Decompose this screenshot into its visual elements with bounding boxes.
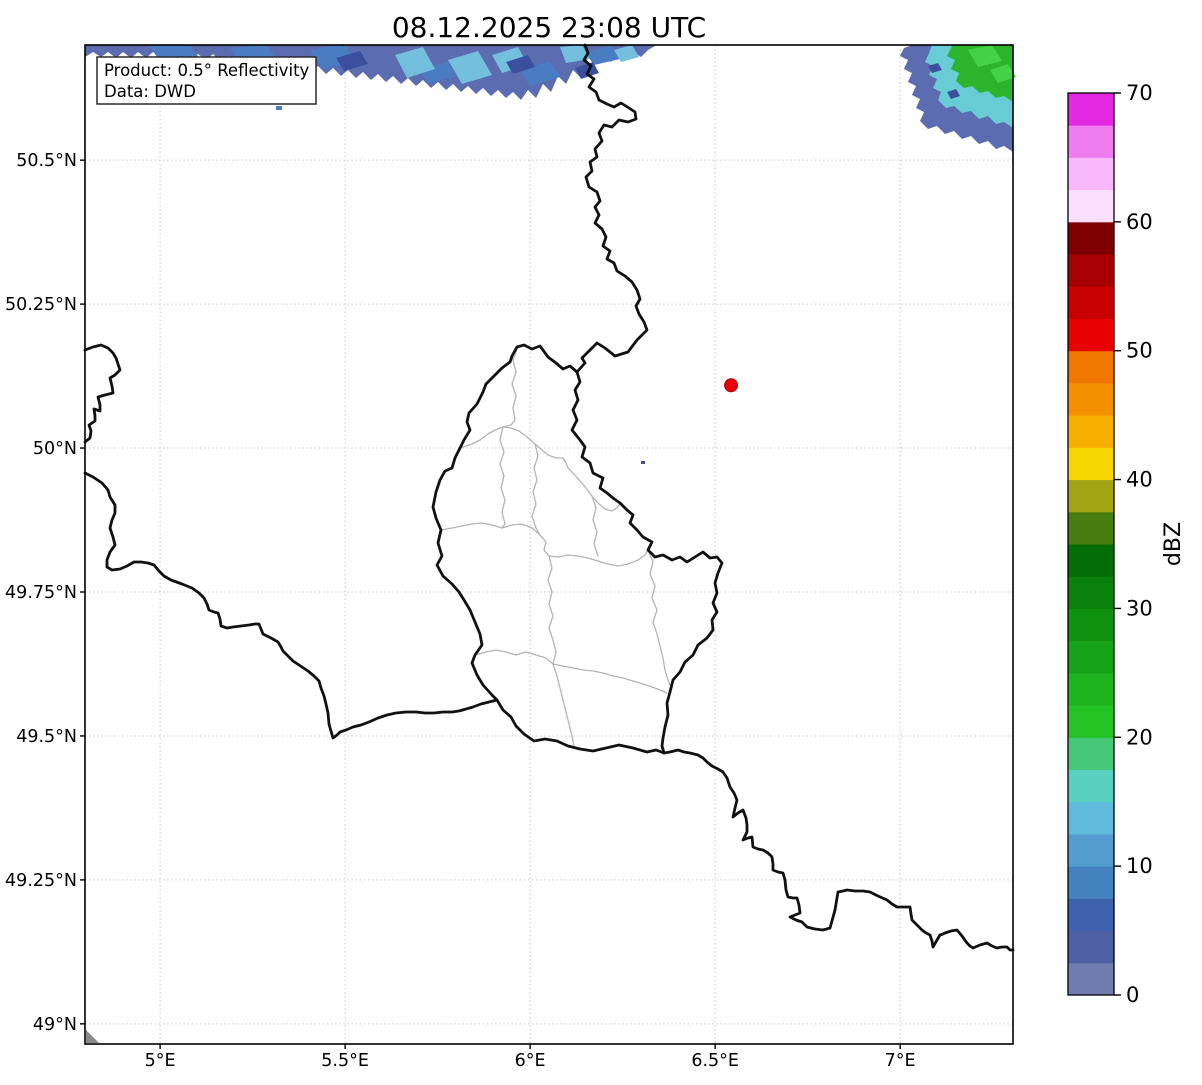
colorbar-segment [1068, 833, 1114, 867]
border-luxembourg-west-south [431, 505, 666, 755]
marker-layer [724, 378, 739, 393]
x-tick-label: 6°E [515, 1051, 546, 1071]
radar-echo-layer [85, 44, 1016, 464]
colorbar-segment [1068, 156, 1114, 191]
canton-line [459, 426, 621, 512]
colorbar-segment [1068, 382, 1114, 416]
colorbar-segment [1068, 318, 1114, 352]
y-tick-label: 49°N [33, 1015, 77, 1035]
colorbar-tick-label: 70 [1126, 81, 1153, 105]
colorbar-segment [1068, 607, 1114, 642]
colorbar-segment [1068, 640, 1114, 674]
axis-ticks [80, 159, 901, 1049]
echo-speck [276, 106, 282, 110]
colorbar-tick-label: 50 [1126, 339, 1153, 363]
canton-line [547, 555, 575, 747]
border-belgium-germany [575, 43, 649, 374]
colorbar-segment [1068, 350, 1114, 384]
y-tick-label: 49.25°N [5, 871, 77, 891]
canton-line [531, 443, 541, 536]
x-tick-label: 6.5°E [691, 1051, 739, 1071]
border-givet-salient [83, 343, 122, 444]
y-tick-label: 50.25°N [5, 295, 77, 315]
colorbar-segment [1068, 736, 1114, 770]
colorbar-segment [1068, 704, 1114, 738]
data-source-label: Data: DWD [104, 82, 196, 101]
colorbar-unit-label: dBZ [1161, 522, 1186, 566]
border-france-germany [662, 748, 1015, 952]
colorbar-segment [1068, 801, 1114, 835]
canton-line [591, 495, 599, 557]
echo-speck [641, 461, 645, 464]
y-tick-label: 49.5°N [16, 727, 77, 747]
colorbar-segment [1068, 769, 1114, 803]
axis-tick-labels: 5°E 5.5°E 6°E 6.5°E 7°E 50.5°N 50.25°N 50°N 49.7… [5, 151, 916, 1071]
colorbar-tick-label: 10 [1126, 854, 1153, 878]
colorbar-segment [1068, 253, 1114, 287]
x-tick-label: 5°E [145, 1051, 176, 1071]
colorbar-tick-label: 20 [1126, 725, 1153, 749]
colorbar-tick-label: 60 [1126, 210, 1153, 234]
colorbar-segment [1068, 124, 1114, 158]
colorbar-segment [1068, 92, 1114, 126]
y-tick-label: 50.5°N [16, 151, 77, 171]
colorbar-segment [1068, 189, 1114, 223]
colorbar-segment [1068, 221, 1114, 255]
colorbar-segment [1068, 414, 1114, 448]
colorbar-segment [1068, 865, 1114, 899]
colorbar-segment [1068, 479, 1114, 513]
colorbar-segment [1068, 543, 1114, 577]
red-marker [724, 378, 739, 393]
y-tick-label: 49.75°N [5, 583, 77, 603]
colorbar-segment [1068, 446, 1114, 481]
colorbar-tick-label: 40 [1126, 468, 1153, 492]
canton-line [647, 549, 671, 686]
colorbar-segment [1068, 511, 1114, 545]
country-borders [83, 43, 1015, 952]
canton-line [499, 426, 506, 529]
y-tick-label: 50°N [33, 439, 77, 459]
colorbar-segment [1068, 897, 1114, 932]
echo-band-dark-streaks [336, 51, 645, 464]
colorbar-segment [1068, 672, 1114, 706]
canton-line [474, 649, 668, 694]
radar-figure: 08.12.2025 23:08 UTC 5°E 5.5°E 6°E 6.5°E… [5, 11, 1186, 1071]
colorbar-tick-label: 30 [1126, 596, 1153, 620]
border-luxembourg-germany [570, 370, 724, 755]
colorbar: 0 10 20 30 40 50 60 70 [1067, 81, 1153, 1007]
colorbar-segment [1068, 285, 1114, 319]
product-label: Product: 0.5° Reflectivity [104, 61, 310, 80]
x-tick-label: 7°E [885, 1051, 916, 1071]
colorbar-segment [1068, 962, 1114, 996]
figure-title: 08.12.2025 23:08 UTC [392, 11, 706, 44]
product-info-box: Product: 0.5° Reflectivity Data: DWD [96, 56, 317, 105]
canton-line [440, 522, 649, 567]
colorbar-segment [1068, 930, 1114, 964]
corner-wedge [86, 1030, 99, 1043]
canton-borders [440, 348, 671, 747]
colorbar-tick-label: 0 [1126, 983, 1139, 1007]
colorbar-segment [1068, 575, 1114, 609]
x-tick-label: 5.5°E [321, 1051, 369, 1071]
